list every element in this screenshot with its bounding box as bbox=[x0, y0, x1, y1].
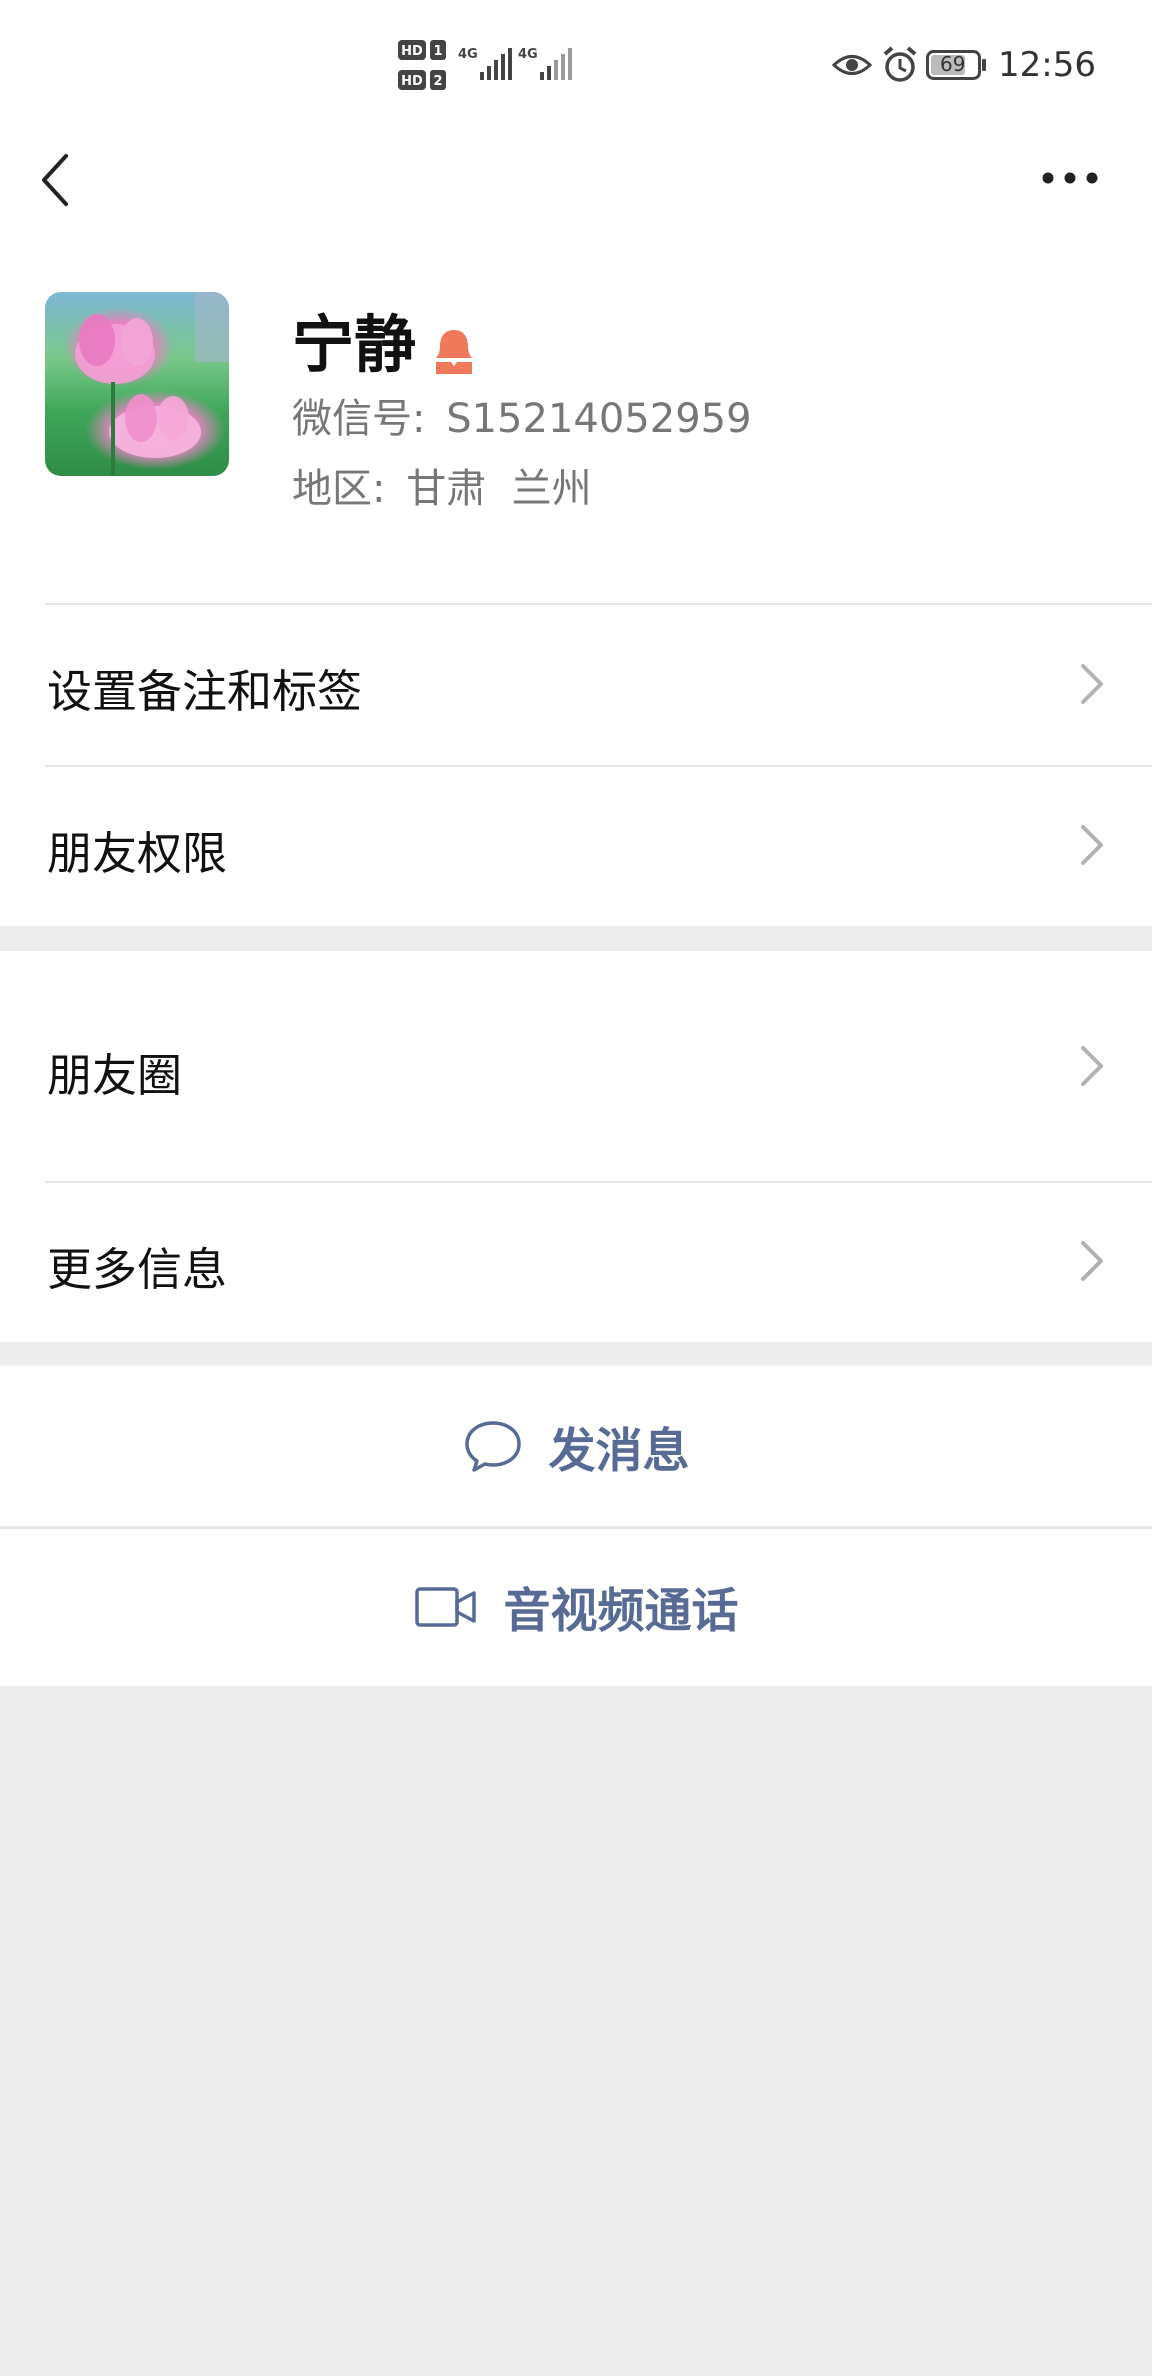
video-call-label: 音视频通话 bbox=[503, 1584, 739, 1639]
profile-header: 宁静 微信号: S15214052959 地区: 甘肃 兰州 bbox=[0, 280, 1152, 603]
eye-comfort-icon bbox=[831, 50, 873, 80]
chevron-right-icon bbox=[1077, 1237, 1107, 1285]
wechat-id-label: 微信号: bbox=[292, 396, 426, 442]
row-label: 朋友圈 bbox=[47, 1049, 183, 1102]
row-label: 朋友权限 bbox=[47, 827, 228, 880]
top-nav-bar bbox=[0, 130, 1152, 280]
row-label: 设置备注和标签 bbox=[47, 665, 363, 718]
wechat-id-line: 微信号: S15214052959 bbox=[292, 386, 752, 444]
divider bbox=[45, 603, 1152, 605]
wechat-id-value: S15214052959 bbox=[446, 396, 752, 442]
row-remark-tags[interactable]: 设置备注和标签 bbox=[0, 603, 1152, 765]
divider bbox=[45, 1181, 1152, 1183]
profile-name: 宁静 bbox=[292, 294, 476, 384]
chevron-right-icon bbox=[1077, 1042, 1107, 1090]
back-chevron-icon[interactable] bbox=[38, 150, 78, 210]
row-label: 更多信息 bbox=[47, 1243, 228, 1296]
battery-level: 69 bbox=[940, 52, 966, 76]
video-camera-icon bbox=[414, 1585, 478, 1629]
battery-icon: 69 bbox=[926, 50, 988, 80]
row-more-info[interactable]: 更多信息 bbox=[0, 1181, 1152, 1342]
name-text: 宁静 bbox=[292, 308, 417, 381]
svg-text:HD: HD bbox=[401, 74, 423, 89]
female-icon bbox=[432, 316, 476, 374]
region-label: 地区: bbox=[292, 466, 386, 512]
more-dots-icon[interactable] bbox=[1042, 170, 1098, 186]
svg-text:HD: HD bbox=[401, 44, 423, 59]
signal-strength-2-icon: 4G bbox=[518, 44, 574, 84]
signal-strength-icon: 4G bbox=[458, 44, 512, 84]
row-moments[interactable]: 朋友圈 bbox=[0, 951, 1152, 1181]
svg-text:2: 2 bbox=[433, 74, 442, 89]
svg-text:4G: 4G bbox=[518, 47, 538, 62]
avatar[interactable] bbox=[45, 292, 229, 476]
send-message-label: 发消息 bbox=[548, 1423, 690, 1479]
video-call-button[interactable]: 音视频通话 bbox=[0, 1527, 1152, 1686]
svg-text:1: 1 bbox=[433, 44, 442, 59]
region-line: 地区: 甘肃 兰州 bbox=[292, 456, 592, 514]
chevron-right-icon bbox=[1077, 660, 1107, 708]
chevron-right-icon bbox=[1077, 821, 1107, 869]
sim-indicator-icon: HD 1 HD 2 bbox=[398, 38, 450, 94]
divider bbox=[45, 765, 1152, 767]
chat-bubble-icon bbox=[463, 1419, 523, 1473]
status-bar: HD 1 HD 2 4G 4G 69 12:56 bbox=[0, 0, 1152, 130]
row-friend-permissions[interactable]: 朋友权限 bbox=[0, 765, 1152, 926]
clock-time: 12:56 bbox=[998, 45, 1096, 85]
region-value: 甘肃 兰州 bbox=[406, 466, 592, 512]
svg-text:4G: 4G bbox=[458, 47, 478, 62]
alarm-icon bbox=[882, 46, 918, 84]
send-message-button[interactable]: 发消息 bbox=[0, 1366, 1152, 1526]
